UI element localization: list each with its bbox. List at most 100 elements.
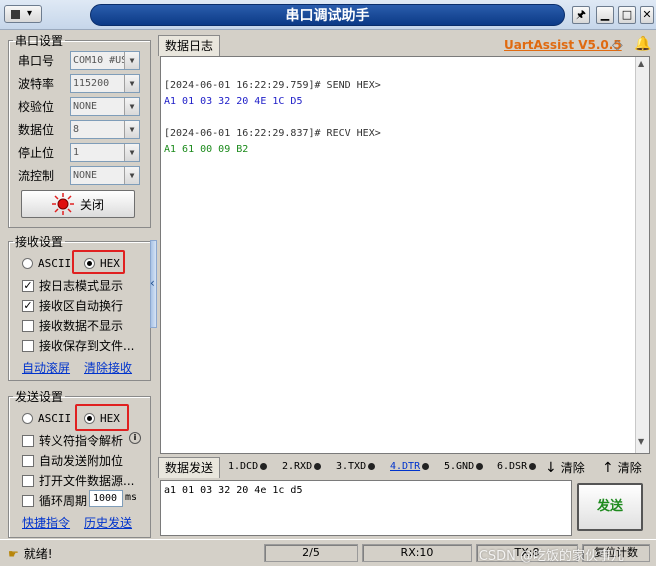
receive-ascii-label: ASCII bbox=[38, 257, 72, 270]
send-option-append[interactable]: 自动发送附加位 bbox=[22, 452, 123, 469]
bell-icon[interactable]: 🔔 bbox=[634, 36, 651, 52]
checkbox-icon bbox=[22, 454, 34, 467]
signal-gnd[interactable]: 5.GND bbox=[444, 461, 484, 472]
diamond-icon[interactable]: ◇ bbox=[612, 37, 623, 53]
flow-value: NONE bbox=[73, 169, 98, 181]
flow-label: 流控制 bbox=[18, 168, 55, 183]
log-area[interactable]: [2024-06-01 16:22:29.759]# SEND HEX> A1 … bbox=[160, 56, 650, 454]
receive-option-hide[interactable]: 接收数据不显示 bbox=[22, 317, 123, 334]
log-entry-data-sent: A1 01 03 32 20 4E 1C D5 bbox=[164, 96, 303, 107]
highlight-box bbox=[75, 404, 129, 431]
send-ascii-radio[interactable]: ASCII bbox=[22, 412, 71, 425]
checkbox-icon bbox=[22, 319, 34, 332]
minimize-button[interactable]: ▁ bbox=[596, 6, 614, 24]
tab-data-send[interactable]: 数据发送 bbox=[158, 457, 221, 478]
signal-label: 4.DTR bbox=[390, 461, 421, 472]
scroll-up-icon[interactable]: ▲ bbox=[638, 59, 644, 68]
send-history-link[interactable]: 历史发送 bbox=[84, 514, 132, 531]
send-option-label: 打开文件数据源... bbox=[39, 474, 135, 488]
receive-option-label: 接收数据不显示 bbox=[39, 319, 124, 333]
checkbox-checked-icon: ✓ bbox=[22, 278, 34, 292]
signal-label: 1.DCD bbox=[228, 461, 259, 472]
baud-select[interactable]: 115200 ▼ bbox=[70, 73, 140, 93]
databits-label: 数据位 bbox=[18, 122, 55, 137]
status-ready: ☛ 就绪! bbox=[8, 545, 53, 562]
clear-log-button[interactable]: ↓ 清除 bbox=[545, 459, 585, 476]
flow-select[interactable]: NONE ▼ bbox=[70, 165, 140, 185]
brand-link[interactable]: UartAssist V5.0.5 bbox=[504, 38, 622, 52]
pin-button[interactable]: 🖈 bbox=[572, 6, 590, 24]
window-menu-button[interactable]: ▾ bbox=[4, 5, 42, 23]
led-icon bbox=[476, 463, 484, 470]
send-option-cycle[interactable]: 循环周期 bbox=[22, 492, 87, 509]
chevron-left-icon[interactable]: ‹ bbox=[150, 276, 155, 290]
chevron-down-icon: ▼ bbox=[124, 74, 139, 92]
receive-option-label: 接收区自动换行 bbox=[39, 299, 124, 313]
clear-send-button[interactable]: ↑ 清除 bbox=[602, 459, 642, 476]
flow-field-row: 流控制 NONE ▼ bbox=[18, 164, 140, 186]
send-input[interactable]: a1 01 03 32 20 4e 1c d5 bbox=[160, 480, 572, 536]
port-field-row: 串口号 COM10 #USB ▼ bbox=[18, 49, 140, 71]
scroll-down-icon[interactable]: ▼ bbox=[638, 437, 644, 446]
receive-settings-legend: 接收设置 bbox=[15, 235, 64, 249]
send-option-label: 循环周期 bbox=[39, 494, 88, 508]
status-rx-count: RX:10 bbox=[362, 544, 472, 562]
signal-txd[interactable]: 3.TXD bbox=[336, 461, 376, 472]
log-scrollbar[interactable]: ▲ ▼ bbox=[635, 57, 649, 453]
shortcut-commands-link[interactable]: 快捷指令 bbox=[22, 514, 70, 531]
clear-log-label: 清除 bbox=[560, 461, 585, 475]
close-port-button[interactable]: 关闭 bbox=[21, 190, 135, 218]
tab-data-log[interactable]: 数据日志 bbox=[158, 35, 221, 56]
clear-receive-link[interactable]: 清除接收 bbox=[84, 359, 132, 376]
receive-option-save[interactable]: 接收保存到文件... bbox=[22, 337, 134, 354]
chevron-down-icon: ▼ bbox=[124, 166, 139, 184]
led-icon bbox=[368, 463, 376, 470]
receive-option-label: 接收保存到文件... bbox=[39, 339, 135, 353]
databits-select[interactable]: 8 ▼ bbox=[70, 119, 140, 139]
close-button[interactable]: ✕ bbox=[640, 6, 654, 24]
receive-ascii-radio[interactable]: ASCII bbox=[22, 257, 71, 270]
title-bar: ▾ 串口调试助手 🖈 ▁ □ ✕ bbox=[0, 0, 656, 30]
pin-icon: 🖈 bbox=[575, 8, 587, 21]
power-led-icon bbox=[51, 193, 74, 215]
signal-dcd[interactable]: 1.DCD bbox=[228, 461, 268, 472]
send-option-escape[interactable]: 转义符指令解析 bbox=[22, 432, 123, 449]
highlight-box bbox=[72, 250, 125, 274]
send-button[interactable]: 发送 bbox=[577, 483, 643, 531]
checkbox-icon bbox=[22, 339, 34, 352]
send-ascii-label: ASCII bbox=[38, 412, 72, 425]
log-entry-data-received: A1 61 00 09 B2 bbox=[164, 144, 249, 155]
maximize-button[interactable]: □ bbox=[618, 6, 636, 24]
radio-icon bbox=[22, 258, 33, 269]
receive-option-wrap[interactable]: ✓ 接收区自动换行 bbox=[22, 297, 123, 314]
chevron-down-icon: ▼ bbox=[124, 51, 139, 69]
close-icon: ✕ bbox=[642, 8, 652, 21]
autoscroll-link[interactable]: 自动滚屏 bbox=[22, 359, 70, 376]
led-icon bbox=[529, 463, 537, 470]
signal-dtr[interactable]: 4.DTR bbox=[390, 461, 430, 472]
checkbox-icon bbox=[22, 494, 34, 507]
signal-dsr[interactable]: 6.DSR bbox=[497, 461, 537, 472]
parity-select[interactable]: NONE ▼ bbox=[70, 96, 140, 116]
info-icon[interactable]: i bbox=[129, 432, 141, 444]
checkbox-checked-icon: ✓ bbox=[22, 298, 34, 312]
send-option-file[interactable]: 打开文件数据源... bbox=[22, 472, 134, 489]
stopbits-select[interactable]: 1 ▼ bbox=[70, 142, 140, 162]
parity-value: NONE bbox=[73, 100, 98, 112]
parity-field-row: 校验位 NONE ▼ bbox=[18, 95, 140, 117]
hand-icon: ☛ bbox=[8, 546, 19, 561]
receive-option-log-mode[interactable]: ✓ 按日志模式显示 bbox=[22, 277, 123, 294]
minimize-icon: ▁ bbox=[600, 8, 610, 21]
cycle-period-input[interactable]: 1000 bbox=[89, 490, 123, 507]
clear-send-label: 清除 bbox=[617, 461, 642, 475]
port-select[interactable]: COM10 #USB ▼ bbox=[70, 50, 140, 70]
status-page: 2/5 bbox=[264, 544, 358, 562]
port-label: 串口号 bbox=[18, 53, 55, 68]
stopbits-field-row: 停止位 1 ▼ bbox=[18, 141, 140, 163]
parity-label: 校验位 bbox=[18, 99, 55, 114]
close-port-label: 关闭 bbox=[79, 197, 104, 212]
send-settings-legend: 发送设置 bbox=[15, 390, 64, 404]
signal-rxd[interactable]: 2.RXD bbox=[282, 461, 322, 472]
chevron-down-icon: ▾ bbox=[27, 8, 33, 19]
baud-value: 115200 bbox=[73, 77, 110, 89]
